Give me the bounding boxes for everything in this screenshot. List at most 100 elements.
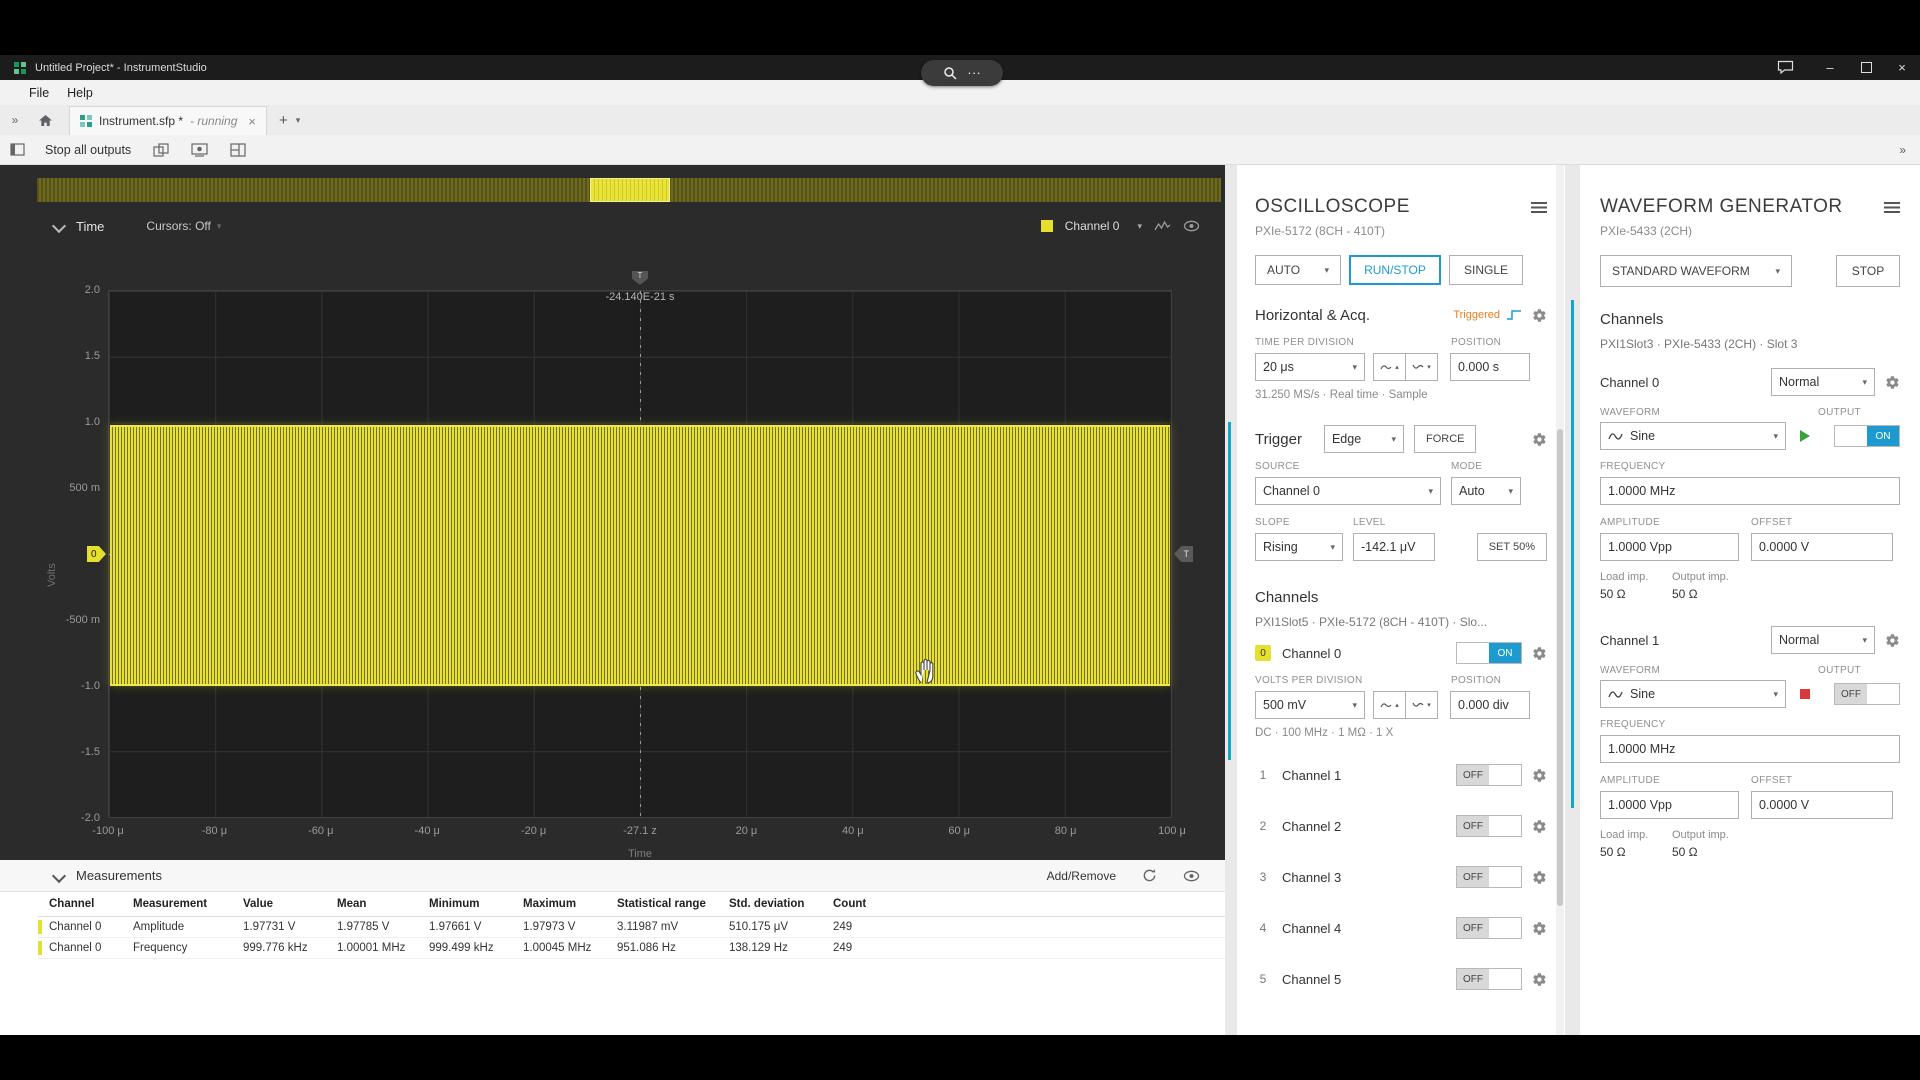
- wg-channel0-gear-icon[interactable]: [1885, 375, 1900, 390]
- menu-file[interactable]: File: [20, 86, 58, 100]
- wg-ch1-offset-input[interactable]: 0.0000 V: [1751, 791, 1893, 819]
- measurements-eye-icon[interactable]: [1183, 870, 1200, 882]
- col-header[interactable]: Measurement: [133, 898, 243, 910]
- channel2-toggle[interactable]: OFF: [1456, 815, 1522, 837]
- channel5-settings-gear-icon[interactable]: [1532, 972, 1547, 987]
- panel-splitter[interactable]: [1228, 422, 1231, 760]
- channel3-settings-gear-icon[interactable]: [1532, 870, 1547, 885]
- screenshot-button[interactable]: [191, 143, 208, 157]
- wg-ch0-amplitude-input[interactable]: 1.0000 Vpp: [1600, 533, 1739, 561]
- channel1-settings-gear-icon[interactable]: [1532, 768, 1547, 783]
- minimize-button[interactable]: –: [1812, 55, 1848, 80]
- horizontal-settings-gear-icon[interactable]: [1532, 308, 1547, 323]
- volts-up-button[interactable]: ▴: [1373, 691, 1406, 719]
- wg-ch1-waveform-dropdown[interactable]: Sine ▾: [1600, 680, 1786, 708]
- tab-instrument[interactable]: Instrument.sfp * - running ×: [69, 106, 267, 135]
- single-button[interactable]: SINGLE: [1449, 255, 1523, 285]
- scale-up-button[interactable]: ▴: [1373, 353, 1406, 381]
- new-tab-button[interactable]: +: [279, 112, 288, 129]
- measurement-row-frequency[interactable]: Channel 0 Frequency 999.776 kHz 1.00001 …: [38, 938, 1225, 959]
- wg-ch0-frequency-input[interactable]: 1.0000 MHz: [1600, 477, 1900, 505]
- graph-tools-icon[interactable]: [1154, 220, 1171, 232]
- channel4-toggle[interactable]: OFF: [1456, 917, 1522, 939]
- undock-button[interactable]: [153, 143, 169, 157]
- channel0-settings-gear-icon[interactable]: [1532, 646, 1547, 661]
- col-header[interactable]: Value: [243, 898, 337, 910]
- wg-channel0-output-toggle[interactable]: ON: [1834, 425, 1900, 447]
- screen-tool-pill[interactable]: ...: [921, 60, 1003, 86]
- trigger-source-dropdown[interactable]: Channel 0 ▾: [1255, 477, 1441, 505]
- measurements-collapse-chevron-icon[interactable]: [52, 868, 66, 882]
- osc-panel-scrollbar-thumb[interactable]: [1557, 429, 1563, 906]
- wg-device-path[interactable]: PXI1Slot3 · PXIe-5433 (2CH) · Slot 3: [1600, 337, 1900, 351]
- visibility-eye-icon[interactable]: [1183, 220, 1200, 232]
- feedback-icon[interactable]: [1777, 60, 1794, 75]
- col-header[interactable]: Maximum: [523, 898, 617, 910]
- wg-channel0-mode-dropdown[interactable]: Normal ▾: [1771, 368, 1875, 396]
- collapse-chevron-icon[interactable]: [52, 219, 66, 233]
- trigger-settings-gear-icon[interactable]: [1532, 432, 1547, 447]
- wg-channel1-output-toggle[interactable]: OFF: [1834, 683, 1900, 705]
- volts-down-button[interactable]: ▾: [1405, 691, 1438, 719]
- tab-close-icon[interactable]: ×: [248, 114, 256, 129]
- refresh-icon[interactable]: [1142, 868, 1157, 883]
- side-panel-icon[interactable]: [10, 143, 25, 156]
- tab-list-caret-icon[interactable]: ▾: [296, 115, 301, 126]
- trigger-slope-dropdown[interactable]: Rising ▾: [1255, 533, 1343, 561]
- col-header[interactable]: Channel: [49, 898, 133, 910]
- channel0-ground-marker[interactable]: 0: [87, 546, 106, 562]
- channel1-toggle[interactable]: OFF: [1456, 764, 1522, 786]
- cursors-dropdown[interactable]: Cursors: Off ▾: [146, 219, 221, 233]
- channel4-settings-gear-icon[interactable]: [1532, 921, 1547, 936]
- panel-splitter[interactable]: [1571, 300, 1574, 808]
- measurement-row-amplitude[interactable]: Channel 0 Amplitude 1.97731 V 1.97785 V …: [38, 917, 1225, 938]
- osc-device-path[interactable]: PXI1Slot5 · PXIe-5172 (8CH - 410T) · Slo…: [1255, 615, 1547, 629]
- wg-channel1-gear-icon[interactable]: [1885, 633, 1900, 648]
- wg-channel1-mode-dropdown[interactable]: Normal ▾: [1771, 626, 1875, 654]
- channel-caret-icon[interactable]: ▾: [1137, 221, 1142, 232]
- trigger-position-flag[interactable]: T: [632, 271, 648, 285]
- osc-channel4-row[interactable]: 4 Channel 4 OFF: [1255, 916, 1547, 940]
- channel3-toggle[interactable]: OFF: [1456, 866, 1522, 888]
- magnifier-icon[interactable]: [943, 66, 957, 80]
- standard-waveform-dropdown[interactable]: STANDARD WAVEFORM ▾: [1600, 255, 1792, 287]
- close-button[interactable]: ×: [1884, 55, 1920, 80]
- horizontal-position-input[interactable]: 0.000 s: [1450, 353, 1530, 381]
- trigger-mode-dropdown[interactable]: Auto ▾: [1451, 477, 1521, 505]
- trigger-type-dropdown[interactable]: Edge ▾: [1324, 425, 1404, 453]
- osc-channel3-row[interactable]: 3 Channel 3 OFF: [1255, 865, 1547, 889]
- tab-overflow-icon[interactable]: »: [0, 113, 30, 127]
- set-50-button[interactable]: SET 50%: [1477, 533, 1547, 561]
- channel-selector[interactable]: Channel 0: [1065, 219, 1120, 233]
- maximize-button[interactable]: [1848, 55, 1884, 80]
- waveform-plot[interactable]: [108, 290, 1172, 818]
- channel0-toggle[interactable]: ON: [1456, 642, 1522, 664]
- channel5-toggle[interactable]: OFF: [1456, 968, 1522, 990]
- osc-channel2-row[interactable]: 2 Channel 2 OFF: [1255, 814, 1547, 838]
- overview-viewport-window[interactable]: [590, 178, 671, 202]
- home-icon[interactable]: [38, 114, 53, 127]
- layout-button[interactable]: [230, 143, 246, 157]
- col-header[interactable]: Statistical range: [617, 898, 729, 910]
- stop-all-outputs-button[interactable]: Stop all outputs: [45, 143, 131, 157]
- osc-channel5-row[interactable]: 5 Channel 5 OFF: [1255, 967, 1547, 991]
- force-trigger-button[interactable]: FORCE: [1414, 425, 1477, 453]
- acquisition-overview-bar[interactable]: [37, 178, 1221, 202]
- toolbar-overflow-icon[interactable]: »: [1899, 143, 1906, 157]
- auto-setup-button[interactable]: AUTO ▾: [1255, 255, 1341, 285]
- channel-position-input[interactable]: 0.000 div: [1450, 691, 1530, 719]
- wavegen-menu-icon[interactable]: [1884, 202, 1900, 213]
- col-header[interactable]: Count: [833, 898, 907, 910]
- trigger-level-marker[interactable]: T: [1174, 546, 1193, 562]
- oscilloscope-menu-icon[interactable]: [1531, 202, 1547, 213]
- osc-channel0-row[interactable]: 0 Channel 0 ON: [1255, 641, 1547, 665]
- wg-ch1-frequency-input[interactable]: 1.0000 MHz: [1600, 735, 1900, 763]
- trigger-level-input[interactable]: -142.1 μV: [1353, 533, 1435, 561]
- col-header[interactable]: Minimum: [429, 898, 523, 910]
- osc-channel1-row[interactable]: 1 Channel 1 OFF: [1255, 763, 1547, 787]
- wg-ch1-amplitude-input[interactable]: 1.0000 Vpp: [1600, 791, 1739, 819]
- scale-down-button[interactable]: ▾: [1405, 353, 1438, 381]
- wg-ch0-offset-input[interactable]: 0.0000 V: [1751, 533, 1893, 561]
- add-remove-button[interactable]: Add/Remove: [1047, 869, 1116, 883]
- wavegen-stop-button[interactable]: STOP: [1836, 255, 1900, 287]
